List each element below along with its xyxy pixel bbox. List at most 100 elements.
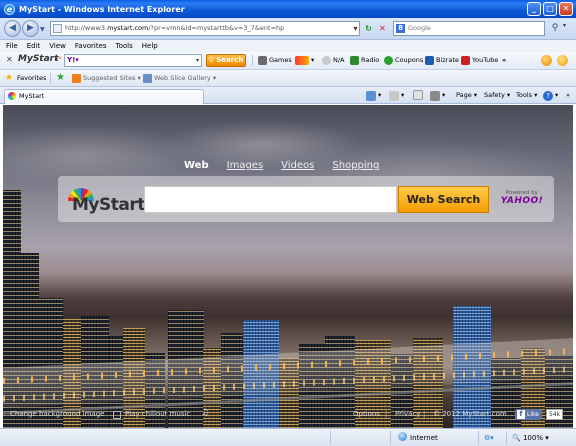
music-note-icon[interactable]: ♫ (201, 408, 209, 418)
mail-icon (413, 90, 423, 100)
toolbar-close-icon[interactable]: ✕ (6, 55, 13, 64)
menu-edit[interactable]: Edit (27, 42, 41, 50)
toolbar-item-games[interactable]: Games (258, 55, 292, 66)
toolbar-search-button[interactable]: ⚲ Search (206, 54, 246, 67)
security-zone[interactable]: Internet (398, 432, 438, 444)
address-input[interactable]: http://www3.mystart.com/?pr=vmn&id=mysta… (50, 21, 360, 36)
coupons-icon (384, 56, 393, 65)
weather-icon (322, 56, 331, 65)
footer-separator: | (385, 410, 388, 418)
bizrate-icon (425, 56, 434, 65)
favorites-button[interactable]: ★ Favorites (4, 72, 50, 85)
feeds-button[interactable]: ▾ (389, 90, 404, 101)
page-icon (53, 24, 62, 33)
favorites-label: Favorites (17, 74, 47, 82)
address-dropdown-icon[interactable]: ▾ (349, 22, 362, 35)
toolbar-item-radio[interactable]: Radio (350, 55, 379, 66)
powered-by-yahoo[interactable]: Powered by YAHOO! (499, 190, 545, 206)
tab-videos[interactable]: Videos (281, 160, 314, 171)
toolbar-item-youtube[interactable]: YouTube (461, 55, 498, 66)
tab-title: MyStart (19, 92, 45, 100)
tools-menu[interactable]: Tools ▾ (516, 90, 537, 101)
change-background-link[interactable]: Change background image (10, 410, 104, 418)
toolbar-input-dropdown-icon[interactable]: ▾ (196, 55, 199, 66)
games-icon (258, 56, 267, 65)
history-dropdown-icon[interactable]: ▼ (40, 26, 45, 33)
toolbar-settings-icon[interactable] (541, 55, 552, 66)
options-link[interactable]: Options (353, 410, 380, 418)
checkbox-icon[interactable] (113, 411, 121, 419)
toolbar-item-weather[interactable]: N/A (322, 55, 345, 66)
menu-file[interactable]: File (6, 42, 18, 50)
mystart-toolbar: ✕ MyStart· ▾ Y!▾ ▾ ⚲ Search Games ▾ N/A … (0, 52, 576, 70)
tab-images[interactable]: Images (227, 160, 264, 171)
tab-mystart[interactable]: MyStart (4, 89, 204, 104)
like-label: Like (527, 411, 539, 418)
forward-button[interactable]: ▶ (22, 20, 39, 37)
search-panel: MyStart Web Search Powered by YAHOO! (58, 176, 554, 222)
mail-button[interactable] (413, 90, 425, 100)
add-favorites-icon[interactable]: ★ (56, 72, 65, 84)
url-suffix: /?pr=vmn&id=mystarttb&v=3_7&ent=hp (148, 24, 285, 32)
menu-favorites[interactable]: Favorites (75, 42, 107, 50)
mystart-logo: MyStart (66, 188, 145, 215)
close-button[interactable]: ✕ (559, 2, 573, 16)
suggested-sites-link[interactable]: Suggested Sites ▾ (72, 72, 141, 85)
privacy-link[interactable]: Privacy (395, 410, 420, 418)
tab-bar: MyStart ▾ ▾ ▾ Page ▾ Safety ▾ Tools ▾ ? ▾… (0, 87, 576, 104)
mystart-favicon (8, 92, 16, 100)
home-icon (366, 90, 376, 101)
play-music-toggle[interactable]: Play chillout music (125, 410, 190, 418)
browser-search-input[interactable]: 8 Google (393, 21, 545, 36)
menu-bar: File Edit View Favorites Tools Help (0, 40, 576, 52)
weather-label: N/A (333, 56, 345, 64)
favorites-star-icon: ★ (5, 73, 14, 83)
address-row: ◀ ▶ ▼ http://www3.mystart.com/?pr=vmn&id… (0, 18, 576, 40)
toolbar-search-label: Search (216, 56, 244, 64)
toolbar-search-input[interactable]: Y!▾ ▾ (64, 54, 202, 67)
help-icon: ? (543, 90, 553, 101)
status-divider (478, 431, 479, 445)
main-search-input[interactable] (144, 186, 397, 213)
signal-bars-icon (295, 56, 309, 65)
status-divider (330, 431, 331, 445)
youtube-icon (461, 56, 470, 65)
toolbar-menu-dropdown-icon[interactable]: ▾ (55, 56, 58, 63)
print-button[interactable]: ▾ (430, 90, 445, 101)
window-title-bar: e MyStart - Windows Internet Explorer _ … (0, 0, 576, 18)
page-footer: Change background image Play chillout mu… (3, 407, 573, 423)
zoom-control[interactable]: 🔍 100% ▾ (512, 432, 549, 444)
search-go-icon[interactable]: ⚲ (548, 21, 562, 36)
status-bar: Internet ⚙▾ 🔍 100% ▾ (0, 428, 576, 446)
tab-shopping[interactable]: Shopping (332, 160, 379, 171)
minimize-button[interactable]: _ (527, 2, 541, 16)
menu-view[interactable]: View (49, 42, 66, 50)
stop-icon[interactable]: ✕ (376, 22, 389, 35)
print-icon (430, 90, 440, 101)
signal-strength-icon[interactable]: ▾ (295, 55, 314, 66)
safety-menu[interactable]: Safety ▾ (484, 90, 510, 101)
toolbar-item-coupons[interactable]: Coupons (384, 55, 423, 66)
web-slice-gallery-link[interactable]: Web Slice Gallery ▾ (143, 72, 216, 85)
menu-help[interactable]: Help (142, 42, 158, 50)
protected-mode-icon[interactable]: ⚙▾ (484, 432, 494, 444)
page-content: Web Images Videos Shopping MyStart Web S… (3, 105, 573, 428)
facebook-like-button[interactable]: f Like (515, 409, 542, 420)
search-options-dropdown-icon[interactable]: ▾ (563, 22, 566, 29)
favorites-bar: ★ Favorites ★ Suggested Sites ▾ Web Slice… (0, 70, 576, 87)
status-divider (390, 431, 391, 445)
home-button[interactable]: ▾ (366, 90, 381, 101)
back-button[interactable]: ◀ (4, 20, 21, 37)
refresh-icon[interactable]: ↻ (362, 22, 375, 35)
like-count: 54k (546, 409, 564, 420)
command-more-icon[interactable]: » (566, 90, 570, 101)
web-search-button[interactable]: Web Search (398, 186, 489, 213)
help-button[interactable]: ? ▾ (543, 90, 558, 101)
maximize-button[interactable]: □ (543, 2, 557, 16)
tab-web[interactable]: Web (184, 160, 209, 171)
toolbar-item-bizrate[interactable]: Bizrate (425, 55, 459, 66)
toolbar-search-icon[interactable] (557, 55, 568, 66)
menu-tools[interactable]: Tools (116, 42, 133, 50)
page-menu[interactable]: Page ▾ (456, 90, 477, 101)
toolbar-more-button[interactable]: » (502, 55, 506, 66)
